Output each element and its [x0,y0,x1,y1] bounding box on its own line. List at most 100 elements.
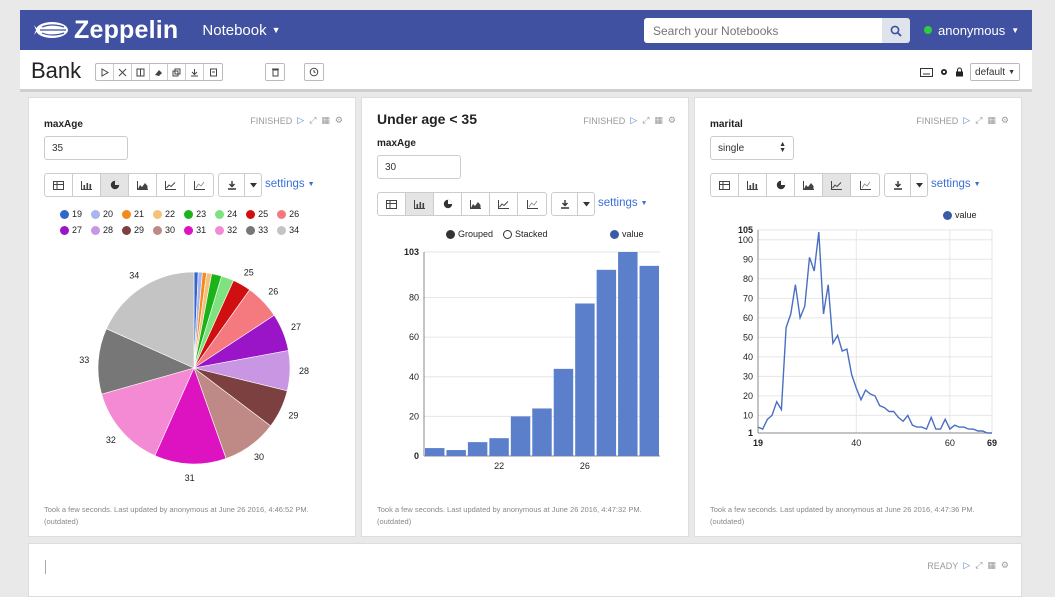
legend-item[interactable]: 23 [184,209,206,219]
pie-chart-icon[interactable] [101,174,129,196]
table-view-icon[interactable] [378,193,406,215]
legend-item[interactable]: 25 [246,209,268,219]
run-all-icon[interactable] [96,64,114,80]
settings-toggle[interactable]: settings ▼ [931,178,981,190]
legend-swatch [91,209,101,219]
expand-icon[interactable]: ⤢ [975,115,982,126]
book-icon[interactable]: ▦ [321,115,330,126]
book-icon[interactable]: ▦ [654,115,663,126]
expand-icon[interactable]: ⤢ [975,560,982,571]
bar-chart: 0 20 40 60 80 103 22 26 [404,247,660,471]
settings-toggle[interactable]: settings ▼ [265,178,315,190]
legend-item[interactable]: 30 [153,225,175,235]
lock-icon[interactable] [955,67,964,77]
pie-slice-label: 30 [254,452,264,462]
interpreter-select[interactable]: default ▼ [970,63,1020,81]
run-icon[interactable]: ▷ [297,115,304,126]
expand-icon[interactable]: ⤢ [309,115,316,126]
gear-icon[interactable]: ⚙ [668,115,676,126]
chart-type-buttons [710,173,880,197]
table-view-icon[interactable] [711,174,739,196]
gear-icon[interactable]: ⚙ [335,115,343,126]
maxage-input[interactable]: 35 [44,136,128,160]
download-icon[interactable] [552,193,578,215]
legend-item[interactable]: 28 [91,225,113,235]
notebook-menu[interactable]: Notebook ▼ [202,22,280,39]
legend-item[interactable]: 20 [91,209,113,219]
toggle-code-icon[interactable] [114,64,132,80]
expand-icon[interactable]: ⤢ [642,115,649,126]
brand-logo[interactable]: Zeppelin [32,16,178,45]
marital-select[interactable]: single ▲ ▼ [710,136,794,160]
scatter-chart-icon[interactable] [185,174,213,196]
top-navbar: Zeppelin Notebook ▼ anonymous ▼ [20,10,1032,50]
legend-item[interactable]: 29 [122,225,144,235]
run-icon[interactable]: ▷ [963,560,970,571]
keyboard-icon[interactable] [920,67,934,77]
search-input[interactable] [644,18,882,43]
gear-icon[interactable]: ⚙ [1001,115,1009,126]
clone-icon[interactable] [168,64,186,80]
legend-item[interactable]: 21 [122,209,144,219]
schedule-button[interactable] [304,63,324,81]
export-icon[interactable] [186,64,204,80]
maxage-input[interactable]: 30 [377,155,461,179]
scatter-chart-icon[interactable] [518,193,546,215]
bar [425,448,445,456]
search-button[interactable] [882,18,910,43]
line-chart-icon[interactable] [490,193,518,215]
area-chart-icon[interactable] [795,174,823,196]
settings-toggle[interactable]: settings ▼ [598,197,648,209]
legend-swatch [91,225,101,235]
legend-item[interactable]: 32 [215,225,237,235]
line-chart-icon[interactable] [157,174,185,196]
pie-chart-icon[interactable] [434,193,462,215]
toggle-output-icon[interactable] [132,64,150,80]
legend-label: 23 [196,209,207,219]
legend-item[interactable]: 31 [184,225,206,235]
table-view-icon[interactable] [45,174,73,196]
caret-down-icon[interactable] [245,174,261,196]
legend-item[interactable]: 34 [277,225,299,235]
legend-item[interactable]: 22 [153,209,175,219]
book-icon[interactable]: ▦ [987,115,996,126]
legend-swatch [122,225,132,235]
y-tick-label: 20 [409,411,419,421]
book-icon[interactable]: ▦ [987,560,996,571]
download-icon[interactable] [885,174,911,196]
gear-icon[interactable] [939,67,949,77]
legend-item[interactable]: 27 [60,225,82,235]
legend-label: 20 [103,209,114,219]
bar-chart-icon[interactable] [73,174,101,196]
user-menu[interactable]: anonymous ▼ [924,10,1019,50]
paragraph-footer: Took a few seconds. Last updated by anon… [377,504,642,528]
run-icon[interactable]: ▷ [963,115,970,126]
notebook-title[interactable]: Bank [31,58,81,84]
legend-item[interactable]: 33 [246,225,268,235]
legend-item[interactable]: 24 [215,209,237,219]
bar-chart-icon[interactable] [406,193,434,215]
run-icon[interactable]: ▷ [630,115,637,126]
legend-swatch [153,209,163,219]
chart-type-buttons [44,173,214,197]
version-icon[interactable] [204,64,222,80]
caret-down-icon[interactable] [911,174,927,196]
text-cursor[interactable] [45,560,46,574]
area-chart-icon[interactable] [462,193,490,215]
clear-output-icon[interactable] [150,64,168,80]
line-chart-icon[interactable] [823,174,851,196]
legend-label: 32 [227,225,238,235]
area-chart-icon[interactable] [129,174,157,196]
footer-outdated-text: (outdated) [44,517,79,526]
scatter-chart-icon[interactable] [851,174,879,196]
header-right-tools: default ▼ [920,63,1020,81]
pie-chart-icon[interactable] [767,174,795,196]
legend-item[interactable]: 26 [277,209,299,219]
download-icon[interactable] [219,174,245,196]
delete-notebook-button[interactable] [265,63,285,81]
footer-outdated-text: (outdated) [377,517,412,526]
bar-chart-icon[interactable] [739,174,767,196]
legend-item[interactable]: 19 [60,209,82,219]
caret-down-icon[interactable] [578,193,594,215]
gear-icon[interactable]: ⚙ [1001,560,1009,571]
